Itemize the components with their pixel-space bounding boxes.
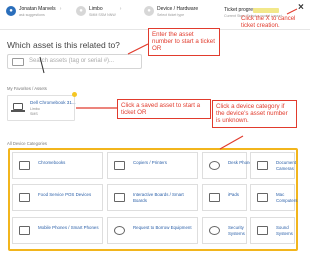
- callout-device-category: Click a device category if the device's …: [212, 100, 297, 128]
- note-cancel: Click the X to cancel ticket creation.: [241, 16, 296, 29]
- arrow-to-search-icon: [39, 56, 45, 74]
- callout-saved-asset: Click a saved asset to start a ticket OR: [117, 99, 211, 120]
- arrow-to-search: [127, 43, 149, 55]
- arrow-to-close: [286, 8, 298, 15]
- arrow-to-categories: [219, 135, 244, 150]
- callout-asset-number: Enter the asset number to start a ticket…: [148, 28, 220, 56]
